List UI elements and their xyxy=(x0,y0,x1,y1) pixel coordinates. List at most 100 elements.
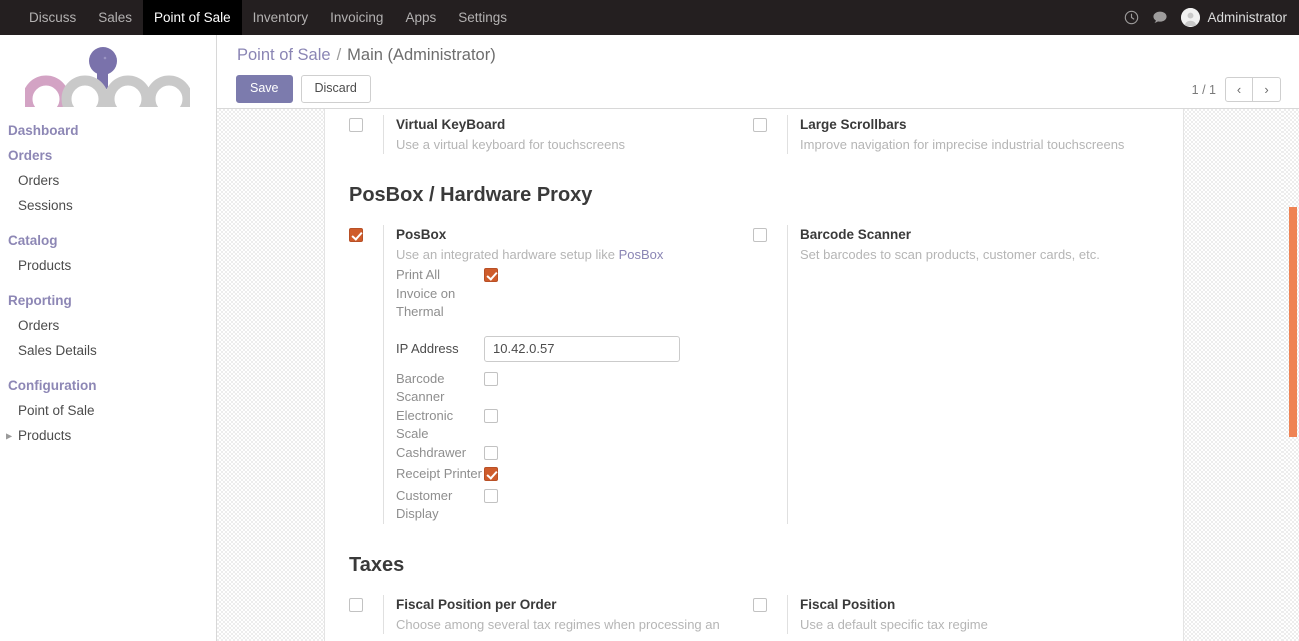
option-body: Large Scrollbars Improve navigation for … xyxy=(787,115,1147,154)
section-title-posbox: PosBox / Hardware Proxy xyxy=(349,184,1157,207)
navbar-right-tools: Administrator xyxy=(1124,0,1299,35)
suboption-label: Electronic Scale xyxy=(396,407,484,444)
barcode-scanner-checkbox[interactable] xyxy=(753,228,767,242)
suboption-receipt-printer: Receipt Printer xyxy=(396,465,743,487)
user-menu[interactable]: Administrator xyxy=(1181,8,1287,27)
option-title: Large Scrollbars xyxy=(800,115,1147,134)
suboption-label: Receipt Printer xyxy=(396,465,484,484)
settings-sheet: Virtual KeyBoard Use a virtual keyboard … xyxy=(324,109,1184,641)
option-description-text: Use an integrated hardware setup like xyxy=(396,247,619,262)
setting-posbox: PosBox Use an integrated hardware setup … xyxy=(349,225,753,524)
chat-icon[interactable] xyxy=(1152,10,1168,25)
sidebar-item-catalog[interactable]: Catalog xyxy=(0,228,216,253)
sidebar-item-config-products[interactable]: ▶ Products xyxy=(0,423,216,448)
save-button[interactable]: Save xyxy=(236,75,293,103)
nav-item-inventory[interactable]: Inventory xyxy=(242,0,320,35)
checkbox-cell xyxy=(349,115,383,154)
sidebar-item-reporting[interactable]: Reporting xyxy=(0,288,216,313)
scrollbar-thumb[interactable] xyxy=(1289,207,1297,437)
main-menu: Discuss Sales Point of Sale Inventory In… xyxy=(18,0,518,35)
sidebar-item-config-point-of-sale[interactable]: Point of Sale xyxy=(0,398,216,423)
sidebar-item-dashboard[interactable]: Dashboard xyxy=(0,118,216,143)
suboption-label: Cashdrawer xyxy=(396,444,484,463)
receipt-printer-checkbox[interactable] xyxy=(484,467,498,481)
pager-buttons: ‹ › xyxy=(1225,77,1281,102)
fiscal-position-per-order-checkbox[interactable] xyxy=(349,598,363,612)
checkbox-cell xyxy=(349,595,383,634)
suboption-label: Customer Display xyxy=(396,487,484,524)
option-description: Set barcodes to scan products, customer … xyxy=(800,245,1147,264)
nav-item-sales[interactable]: Sales xyxy=(87,0,143,35)
odoo-logo-svg xyxy=(25,45,190,107)
large-scrollbars-checkbox[interactable] xyxy=(753,118,767,132)
user-name-label: Administrator xyxy=(1207,10,1287,25)
checkbox-cell xyxy=(484,465,498,487)
ip-address-input[interactable] xyxy=(484,336,680,362)
suboption-barcode-scanner: Barcode Scanner xyxy=(396,370,743,407)
avatar xyxy=(1181,8,1200,27)
option-description: Use an integrated hardware setup like Po… xyxy=(396,245,743,264)
section-title-taxes: Taxes xyxy=(349,554,1157,577)
setting-fiscal-position: Fiscal Position Use a default specific t… xyxy=(753,595,1157,634)
sidebar-item-products-catalog[interactable]: Products xyxy=(0,253,216,278)
sidebar-item-orders-group[interactable]: Orders xyxy=(0,143,216,168)
record-pager: 1 / 1 ‹ › xyxy=(1192,77,1281,102)
option-description: Use a virtual keyboard for touchscreens xyxy=(396,135,743,154)
suboption-cashdrawer: Cashdrawer xyxy=(396,444,743,466)
checkbox-cell xyxy=(484,370,498,392)
electronic-scale-checkbox[interactable] xyxy=(484,409,498,423)
nav-item-apps[interactable]: Apps xyxy=(394,0,447,35)
option-title: Barcode Scanner xyxy=(800,225,1147,244)
nav-item-discuss[interactable]: Discuss xyxy=(18,0,87,35)
cashdrawer-checkbox[interactable] xyxy=(484,446,498,460)
form-action-buttons: Save Discard xyxy=(236,75,371,103)
posbox-suboptions: Print All Invoice on Thermal IP Address xyxy=(396,266,743,524)
vertical-scrollbar[interactable] xyxy=(1282,109,1299,641)
option-title: PosBox xyxy=(396,225,743,244)
ip-address-row: IP Address xyxy=(396,336,743,362)
sidebar-item-sessions[interactable]: Sessions xyxy=(0,193,216,218)
checkbox-cell xyxy=(753,595,787,634)
option-title: Fiscal Position xyxy=(800,595,1147,614)
sidebar-item-label: Products xyxy=(18,428,71,443)
option-title: Fiscal Position per Order xyxy=(396,595,743,614)
chevron-right-icon[interactable]: › xyxy=(1253,77,1281,102)
chevron-right-icon: ▶ xyxy=(6,425,12,446)
fiscal-position-checkbox[interactable] xyxy=(753,598,767,612)
settings-row: Virtual KeyBoard Use a virtual keyboard … xyxy=(349,115,1157,154)
sidebar-spacer xyxy=(0,218,216,228)
checkbox-cell xyxy=(753,115,787,154)
barcode-scanner-sub-checkbox[interactable] xyxy=(484,372,498,386)
option-body: Virtual KeyBoard Use a virtual keyboard … xyxy=(383,115,743,154)
sidebar-spacer xyxy=(0,278,216,288)
checkbox-cell xyxy=(349,225,383,524)
print-all-invoice-checkbox[interactable] xyxy=(484,268,498,282)
nav-item-point-of-sale[interactable]: Point of Sale xyxy=(143,0,242,35)
clock-icon[interactable] xyxy=(1124,10,1139,25)
suboption-label: Print All Invoice on Thermal xyxy=(396,266,484,322)
pager-count: 1 / 1 xyxy=(1192,83,1216,97)
sidebar-spacer xyxy=(0,363,216,373)
odoo-logo[interactable] xyxy=(0,37,216,112)
option-body: Fiscal Position per Order Choose among s… xyxy=(383,595,743,634)
sidebar-item-sales-details[interactable]: Sales Details xyxy=(0,338,216,363)
sidebar-item-configuration[interactable]: Configuration xyxy=(0,373,216,398)
hardware-suboptions: Barcode Scanner Electronic Scale xyxy=(396,370,743,524)
checkbox-cell xyxy=(484,407,498,429)
option-description: Improve navigation for imprecise industr… xyxy=(800,135,1147,154)
sidebar-item-reporting-orders[interactable]: Orders xyxy=(0,313,216,338)
nav-item-invoicing[interactable]: Invoicing xyxy=(319,0,394,35)
posbox-checkbox[interactable] xyxy=(349,228,363,242)
breadcrumb: Point of Sale / Main (Administrator) xyxy=(237,46,496,65)
discard-button[interactable]: Discard xyxy=(301,75,371,103)
nav-item-settings[interactable]: Settings xyxy=(447,0,518,35)
virtual-keyboard-checkbox[interactable] xyxy=(349,118,363,132)
customer-display-checkbox[interactable] xyxy=(484,489,498,503)
posbox-link[interactable]: PosBox xyxy=(619,247,664,262)
setting-virtual-keyboard: Virtual KeyBoard Use a virtual keyboard … xyxy=(349,115,753,154)
chevron-left-icon[interactable]: ‹ xyxy=(1225,77,1253,102)
setting-large-scrollbars: Large Scrollbars Improve navigation for … xyxy=(753,115,1157,154)
breadcrumb-root[interactable]: Point of Sale xyxy=(237,46,331,65)
option-body: Fiscal Position Use a default specific t… xyxy=(787,595,1147,634)
sidebar-item-orders[interactable]: Orders xyxy=(0,168,216,193)
